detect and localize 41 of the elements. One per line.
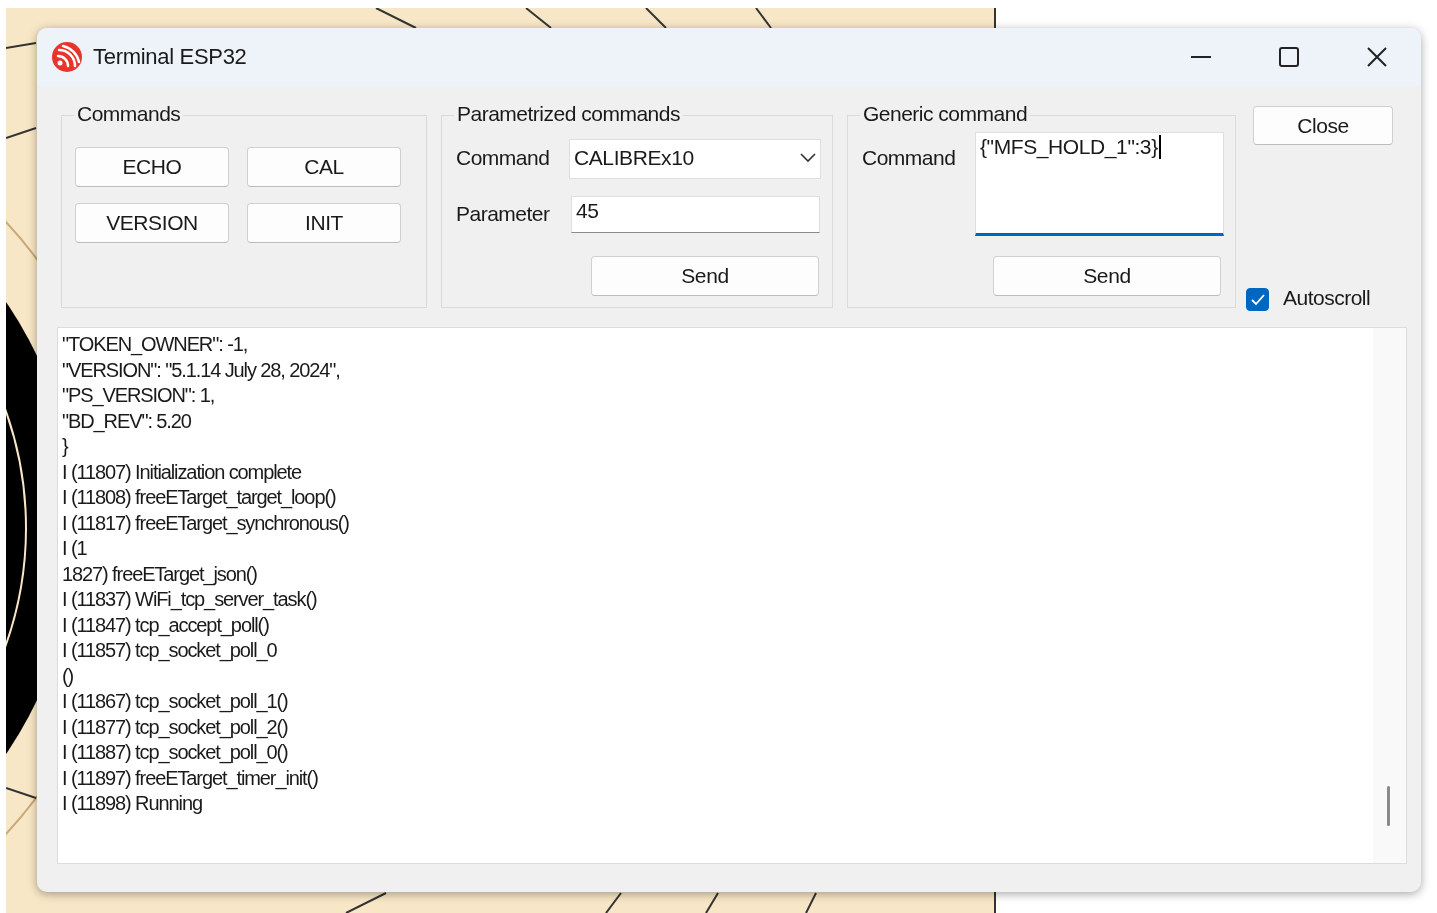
log-line: I (11837) WiFi_tcp_server_task() — [62, 587, 318, 613]
field-label: Command — [862, 146, 956, 170]
field-label: Parameter — [456, 202, 550, 226]
send-button[interactable]: Send — [993, 256, 1221, 296]
log-line: I (11877) tcp_socket_poll_2() — [62, 714, 289, 740]
log-line: "BD_REV": 5.20 — [62, 408, 192, 434]
text-cursor — [1158, 135, 1161, 159]
log-line: I (11808) freeETarget_target_loop() — [62, 485, 337, 511]
log-line: I (11887) tcp_socket_poll_0() — [62, 740, 289, 766]
log-line: I (1 — [62, 536, 88, 561]
app-logo-icon — [51, 41, 83, 73]
log-line: I (11817) freeETarget_synchronous() — [62, 510, 350, 536]
maximize-icon[interactable] — [1278, 46, 1300, 68]
autoscroll-label: Autoscroll — [1283, 286, 1371, 310]
log-line: () — [62, 663, 75, 689]
log-line: I (11807) Initialization complete — [62, 459, 303, 485]
command-button[interactable]: INIT — [247, 203, 401, 243]
command-button[interactable]: ECHO — [75, 147, 229, 187]
window-title: Terminal ESP32 — [93, 44, 248, 70]
command-field[interactable]: {"MFS_HOLD_1":3} — [975, 132, 1224, 236]
log-line: I (11847) tcp_accept_poll() — [62, 612, 270, 638]
log-line: 1827) freeETarget_json() — [62, 561, 258, 587]
log-line: I (11867) tcp_socket_poll_1() — [62, 689, 289, 715]
command-button[interactable]: VERSION — [75, 203, 229, 243]
log-line: I (11857) tcp_socket_poll_0 — [62, 638, 278, 664]
parameter-field[interactable]: 45 — [571, 196, 820, 233]
chevron-down-icon — [800, 153, 816, 163]
command-button[interactable]: CAL — [247, 147, 401, 187]
log-line: "VERSION": "5.1.14 July 28, 2024", — [62, 357, 341, 383]
log-line: "PS_VERSION": 1, — [62, 383, 216, 409]
log-line: I (11897) freeETarget_timer_init() — [62, 765, 319, 791]
field-label: Command — [456, 146, 550, 170]
log-line: } — [62, 434, 70, 459]
log-line: "TOKEN_OWNER": -1, — [62, 332, 249, 358]
command-dropdown[interactable]: CALIBREx10 — [569, 139, 821, 179]
send-button[interactable]: Send — [591, 256, 819, 296]
close-icon[interactable] — [1366, 46, 1388, 68]
log-line: I (11898) Running — [62, 791, 203, 816]
close-button[interactable]: Close — [1253, 106, 1393, 145]
autoscroll-checkbox[interactable] — [1246, 288, 1269, 311]
scrollbar[interactable] — [1373, 328, 1406, 863]
